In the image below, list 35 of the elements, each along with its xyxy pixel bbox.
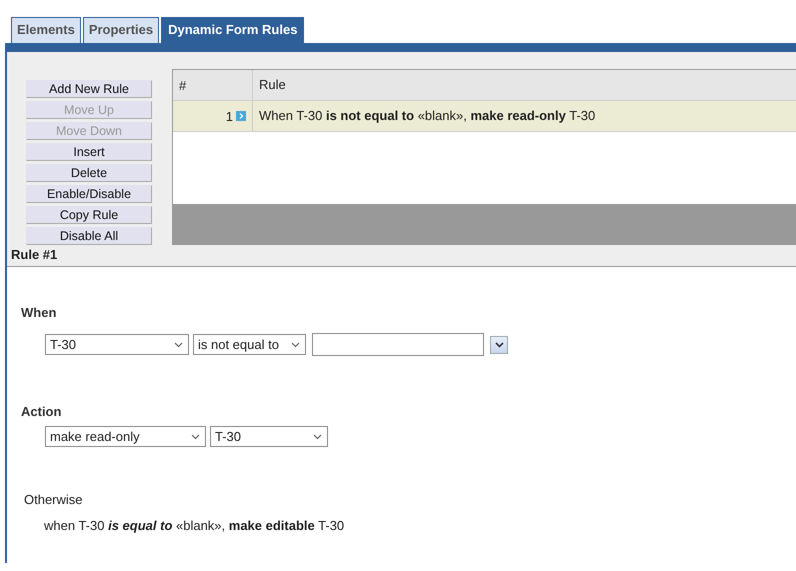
toolbar-button[interactable]: Disable All (26, 227, 152, 245)
chevron-down-icon (313, 434, 322, 440)
select-value: T-30 (50, 337, 76, 352)
section-heading: When (21, 305, 56, 320)
toolbar-button[interactable]: Enable/Disable (26, 185, 152, 203)
dropdown-button[interactable] (490, 336, 508, 354)
otherwise-text: when T-30 is equal to «blank», make editable T-30 (44, 518, 344, 533)
select-value: T-30 (215, 429, 242, 444)
section-heading: Action (21, 404, 62, 419)
select-value: make read-only (50, 429, 140, 444)
tab[interactable]: Dynamic Form Rules (161, 17, 304, 43)
row-number: 1 (226, 108, 233, 124)
chevron-down-icon (191, 434, 200, 440)
toolbar-button[interactable]: Insert (26, 143, 152, 161)
toolbar-button[interactable]: Copy Rule (26, 206, 152, 224)
value-input[interactable] (312, 333, 484, 356)
chevron-down-icon (291, 342, 300, 348)
chevron-down-icon (174, 342, 183, 348)
tab[interactable]: Elements (11, 17, 81, 43)
field-select[interactable]: T-30 (45, 334, 189, 355)
operator-select[interactable]: is not equal to (193, 334, 306, 355)
column-header[interactable]: Rule (253, 70, 292, 100)
action-select[interactable]: make read-only (45, 426, 206, 447)
expand-icon[interactable] (236, 111, 246, 121)
column-header[interactable]: # (173, 70, 253, 100)
toolbar-button[interactable]: Delete (26, 164, 152, 182)
rule-title: Rule #1 (10, 246, 58, 264)
rule-row[interactable]: 1 When T-30 is not equal to «blank», make read-only T-30 (173, 101, 796, 132)
rule-text: When T-30 is not equal to «blank», make read-only T-30 (258, 107, 596, 125)
target-select[interactable]: T-30 (210, 426, 328, 447)
select-value: is not equal to (198, 337, 279, 352)
section-heading: Otherwise (24, 492, 83, 507)
tab[interactable]: Properties (82, 17, 160, 43)
toolbar-button[interactable]: Add New Rule (26, 80, 152, 98)
chevron-down-icon (494, 342, 504, 348)
